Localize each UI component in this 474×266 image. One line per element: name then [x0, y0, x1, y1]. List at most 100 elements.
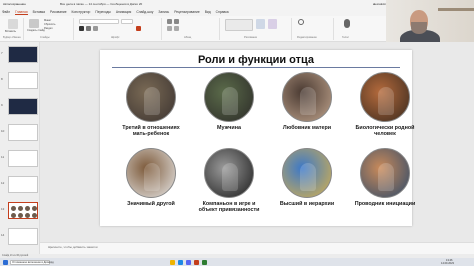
tab-1[interactable]: Главная [15, 10, 28, 15]
thumbnail-image [11, 206, 16, 211]
clipboard-group-label: Буфер обмена [3, 36, 21, 39]
family-photo[interactable] [126, 72, 176, 122]
shapes-gallery[interactable] [225, 19, 253, 31]
paste-icon[interactable] [8, 19, 18, 29]
window-title: Все дела в папке — 14 сентября — Сообщен… [60, 2, 143, 6]
photo-figure [144, 163, 160, 191]
tab-4[interactable]: Конструктор [72, 10, 91, 14]
slide-thumbnails-panel[interactable]: 7 8 9 10 11 12 13 14 [0, 42, 40, 254]
paragraph-group-label: Абзац [184, 36, 192, 39]
new-slide-icon[interactable] [29, 19, 39, 28]
king-photo[interactable] [282, 148, 332, 198]
bullets-icon[interactable] [167, 19, 172, 24]
italic-icon[interactable] [86, 26, 91, 31]
user-name[interactable]: alexsolvin [373, 2, 386, 6]
layout-button[interactable]: Макет [44, 19, 51, 22]
slide-thumbnail[interactable] [8, 150, 38, 167]
thumbnail-image [18, 206, 23, 211]
role-caption: Проводник инициации [354, 201, 416, 207]
align-center-icon[interactable] [174, 26, 179, 31]
role-caption: Значимый другой [127, 201, 175, 207]
slides-group: Создать слайд Макет Сбросить Раздел Слай… [26, 18, 74, 40]
photo-figure [378, 87, 394, 115]
tab-2[interactable]: Вставка [33, 10, 45, 14]
browser-icon[interactable] [178, 259, 183, 265]
arrange-icon[interactable] [256, 19, 265, 29]
ribbon: Вставить Буфер обмена Создать слайд Маке… [0, 16, 386, 42]
tab-7[interactable]: Слайд-шоу [136, 10, 153, 14]
font-name-select[interactable] [79, 19, 119, 24]
powerpoint-icon[interactable] [194, 259, 199, 265]
thumbnail-image [11, 213, 16, 218]
editing-group: Редактирование [294, 18, 334, 40]
role-caption: Компаньон в игре и объект привязанности [198, 201, 260, 213]
thumbnail-number: 13 [1, 207, 5, 211]
role-caption: Любовник матери [282, 125, 332, 131]
thumbnail-image [18, 213, 23, 218]
panda-photo[interactable] [126, 148, 176, 198]
tab-3[interactable]: Рисование [50, 10, 67, 14]
notes-pane[interactable]: Щелкните, чтобы добавить заметки [40, 242, 474, 254]
find-icon[interactable] [298, 19, 304, 25]
role-caption: Биологически родной человек [355, 125, 415, 137]
slide-thumbnail[interactable] [8, 202, 38, 219]
thumbnail-image [32, 206, 37, 211]
start-icon[interactable] [3, 259, 8, 265]
slide-thumbnail[interactable] [8, 98, 38, 115]
bold-icon[interactable] [79, 26, 84, 31]
voice-group: Голос [336, 18, 360, 40]
microphone-icon[interactable] [344, 19, 350, 28]
tab-9[interactable]: Рецензирование [174, 10, 199, 14]
font-group: Шрифт [76, 18, 162, 40]
align-left-icon[interactable] [167, 26, 172, 31]
font-size-select[interactable] [121, 19, 133, 24]
tab-10[interactable]: Вид [205, 10, 211, 14]
autosave-label[interactable]: Автосохранение [3, 2, 26, 6]
thumbnail-number: 10 [1, 129, 5, 133]
photo-figure [222, 87, 238, 115]
excel-icon[interactable] [202, 259, 207, 265]
paste-label: Вставить [5, 30, 16, 33]
explorer-icon[interactable] [170, 259, 175, 265]
slide[interactable]: Роли и функции отца Третий в отношениях … [100, 50, 415, 226]
tab-6[interactable]: Анимация [116, 10, 131, 14]
section-button[interactable]: Раздел [44, 27, 53, 30]
role-caption: Высший в иерархии [279, 201, 335, 207]
clock-date: 14.09.2023 [441, 262, 454, 265]
couple-photo[interactable] [282, 72, 332, 122]
numbering-icon[interactable] [174, 19, 179, 24]
tab-5[interactable]: Переходы [95, 10, 110, 14]
thumbnail-number: 9 [1, 103, 3, 107]
thumbnail-number: 8 [1, 77, 3, 81]
slide-thumbnail[interactable] [8, 46, 38, 63]
thumbnail-number: 14 [1, 233, 5, 237]
vader-photo[interactable] [204, 148, 254, 198]
reset-button[interactable]: Сбросить [44, 23, 56, 26]
slide-thumbnail[interactable] [8, 124, 38, 141]
presenter-beard [411, 22, 427, 34]
tab-11[interactable]: Справка [216, 10, 229, 14]
thumbnail-number: 7 [1, 51, 3, 55]
photo-figure [378, 163, 394, 191]
slide-title[interactable]: Роли и функции отца [100, 54, 412, 66]
photo-figure [300, 163, 316, 191]
role-caption: Мужчина [217, 125, 241, 131]
font-color-icon[interactable] [136, 26, 141, 31]
new-slide-label[interactable]: Создать слайд [27, 29, 45, 32]
notes-placeholder: Щелкните, чтобы добавить заметки [48, 245, 98, 249]
font-group-label: Шрифт [111, 36, 120, 39]
underline-icon[interactable] [93, 26, 98, 31]
quick-styles-icon[interactable] [268, 19, 277, 29]
clipboard-group: Вставить Буфер обмена [2, 18, 24, 40]
title-rule [112, 67, 400, 68]
tab-0[interactable]: Файл [2, 10, 10, 14]
gnome-photo[interactable] [360, 148, 410, 198]
thumbnail-number: 12 [1, 181, 5, 185]
slide-thumbnail[interactable] [8, 176, 38, 193]
discord-icon[interactable] [186, 259, 191, 265]
slide-thumbnail[interactable] [8, 228, 38, 245]
soldier-photo[interactable] [204, 72, 254, 122]
cartoon-photo[interactable] [360, 72, 410, 122]
slide-thumbnail[interactable] [8, 72, 38, 89]
tab-8[interactable]: Запись [158, 10, 169, 14]
